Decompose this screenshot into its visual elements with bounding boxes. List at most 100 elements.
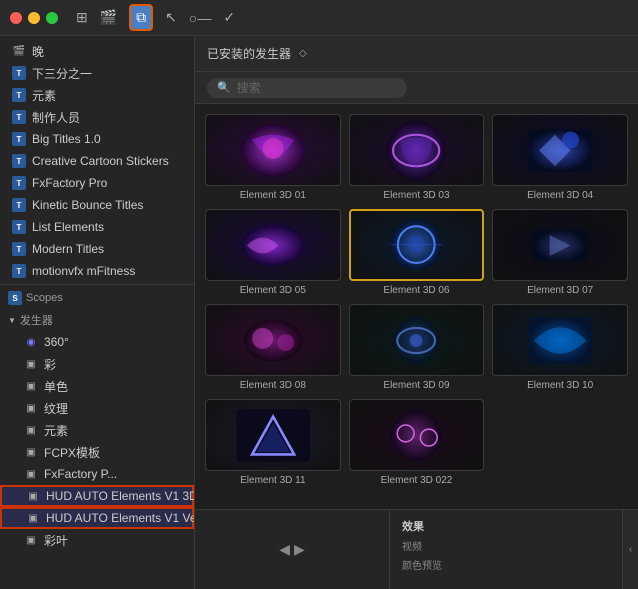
bottom-right: 效果 视频 颜色预览 xyxy=(390,510,622,589)
generator-360-icon: ◉ xyxy=(24,335,38,349)
grid-item-e3d04[interactable]: Element 3D 04 xyxy=(492,114,628,201)
text-icon: T xyxy=(12,198,26,212)
grid-thumb-e3d11 xyxy=(205,399,341,471)
sidebar-item-sunset[interactable]: 🎬 晚 xyxy=(0,40,194,62)
sidebar-item-motionfitness[interactable]: T motionvfx mFitness xyxy=(0,260,194,282)
minimize-button[interactable] xyxy=(28,12,40,24)
hud1-icon: ▣ xyxy=(26,489,40,503)
sidebar-item-label: 彩叶 xyxy=(44,532,68,549)
scope-icon: S xyxy=(8,291,22,305)
grid-item-e3d05[interactable]: Element 3D 05 xyxy=(205,209,341,296)
grid-item-e3d01[interactable]: Element 3D 01 xyxy=(205,114,341,201)
sidebar-list: 🎬 晚 T 下三分之一 T 元素 T 制作人员 T Big Titles 1.0… xyxy=(0,36,194,589)
grid-thumb-e3d10 xyxy=(492,304,628,376)
expand-icon: ▼ xyxy=(8,316,16,325)
grid-thumb-e3d01 xyxy=(205,114,341,186)
sidebar-item-label: HUD AUTO Elements V1 3D xyxy=(46,489,194,503)
sidebar-item-360[interactable]: ◉ 360° xyxy=(0,331,194,353)
grid-item-e3d11[interactable]: Element 3D 11 xyxy=(205,399,341,486)
colorleaf-icon: ▣ xyxy=(24,533,38,547)
sidebar-item-label: Kinetic Bounce Titles xyxy=(32,198,143,212)
grid-item-e3d08[interactable]: Element 3D 08 xyxy=(205,304,341,391)
grid-item-e3d09[interactable]: Element 3D 09 xyxy=(349,304,485,391)
search-input[interactable] xyxy=(237,81,387,95)
grid-item-e3d07[interactable]: Element 3D 07 xyxy=(492,209,628,296)
grid-label-e3d022: Element 3D 022 xyxy=(381,475,453,486)
divider xyxy=(0,284,194,285)
grid-label-e3d11: Element 3D 11 xyxy=(240,475,305,486)
sidebar-item-label: FxFactory P... xyxy=(44,467,117,481)
grid-item-e3d022[interactable]: Element 3D 022 xyxy=(349,399,485,486)
color-preview-label: 颜色预览 xyxy=(402,557,610,572)
text-icon: T xyxy=(12,66,26,80)
maximize-button[interactable] xyxy=(46,12,58,24)
sidebar-item-label: motionvfx mFitness xyxy=(32,264,135,278)
collapse-button[interactable]: ‹ xyxy=(622,510,638,589)
content-header: 已安装的发生器 ◇ xyxy=(195,36,638,72)
text-icon: T xyxy=(12,176,26,190)
grid-label-e3d09: Element 3D 09 xyxy=(383,380,449,391)
grid-thumb-e3d08 xyxy=(205,304,341,376)
close-button[interactable] xyxy=(10,12,22,24)
grid-item-e3d10[interactable]: Element 3D 10 xyxy=(492,304,628,391)
sidebar-item-lowerthird[interactable]: T 下三分之一 xyxy=(0,62,194,84)
prev-arrow-icon[interactable]: ◀ xyxy=(279,541,290,558)
content-area: 已安装的发生器 ◇ 🔍 Ele xyxy=(195,36,638,589)
browser-icon[interactable]: 🎬 xyxy=(100,9,117,26)
sidebar-item-kinetic[interactable]: T Kinetic Bounce Titles xyxy=(0,194,194,216)
sidebar-item-label: 元素 xyxy=(32,87,56,104)
sidebar-item-label: 纹理 xyxy=(44,400,68,417)
installed-label: 已安装的发生器 xyxy=(207,45,291,62)
sidebar-item-fxfactory[interactable]: T FxFactory Pro xyxy=(0,172,194,194)
text-icon: T xyxy=(12,110,26,124)
grid-thumb-e3d03 xyxy=(349,114,485,186)
generator-icon[interactable]: ⧉ xyxy=(129,4,153,31)
sidebar-item-solidcolor[interactable]: ▣ 单色 xyxy=(0,375,194,397)
next-arrow-icon[interactable]: ▶ xyxy=(294,541,305,558)
title-bar-icons: ⊞ 🎬 ⧉ ↖ ○— ✓ xyxy=(76,4,235,31)
sidebar-item-fxfactory2[interactable]: ▣ FxFactory P... xyxy=(0,463,194,485)
main-layout: 🎬 晚 T 下三分之一 T 元素 T 制作人员 T Big Titles 1.0… xyxy=(0,36,638,589)
sidebar-item-hud1[interactable]: ▣ HUD AUTO Elements V1 3D xyxy=(0,485,194,507)
sidebar-item-color2[interactable]: ▣ 彩 xyxy=(0,353,194,375)
grid-label-e3d05: Element 3D 05 xyxy=(240,285,306,296)
sidebar-item-hud2[interactable]: ▣ HUD AUTO Elements V1 Vector xyxy=(0,507,194,529)
sidebar-item-label: 制作人员 xyxy=(32,109,80,126)
fxfactory2-icon: ▣ xyxy=(24,467,38,481)
sidebar-item-colorleaf[interactable]: ▣ 彩叶 xyxy=(0,529,194,551)
sidebar-item-bigtitles[interactable]: T Big Titles 1.0 xyxy=(0,128,194,150)
sidebar-item-label: 单色 xyxy=(44,378,68,395)
texture-icon: ▣ xyxy=(24,401,38,415)
grid-item-e3d03[interactable]: Element 3D 03 xyxy=(349,114,485,201)
title-bar: ⊞ 🎬 ⧉ ↖ ○— ✓ xyxy=(0,0,638,36)
sidebar-item-credits[interactable]: T 制作人员 xyxy=(0,106,194,128)
text-icon: T xyxy=(12,154,26,168)
sidebar-item-cartoon[interactable]: T Creative Cartoon Stickers xyxy=(0,150,194,172)
sidebar-item-label: 360° xyxy=(44,335,69,349)
sidebar-item-fcpx[interactable]: ▣ FCPX模板 xyxy=(0,441,194,463)
check-icon[interactable]: ✓ xyxy=(223,9,235,26)
cursor-icon: ↖ xyxy=(165,9,177,26)
video-label: 视频 xyxy=(402,538,610,553)
sidebar-item-elements[interactable]: T 元素 xyxy=(0,84,194,106)
sidebar-item-list[interactable]: T List Elements xyxy=(0,216,194,238)
grid-item-e3d06[interactable]: Element 3D 06 xyxy=(349,209,485,296)
grid-thumb-e3d05 xyxy=(205,209,341,281)
sidebar-item-label: FxFactory Pro xyxy=(32,176,107,190)
sidebar-item-label: 元素 xyxy=(44,422,68,439)
sidebar-section-scopes[interactable]: S Scopes xyxy=(0,287,194,309)
sidebar-section-generator[interactable]: ▼ 发生器 xyxy=(0,309,194,331)
grid-thumb-e3d04 xyxy=(492,114,628,186)
sidebar-item-elements2[interactable]: ▣ 元素 xyxy=(0,419,194,441)
grid-thumb-e3d06 xyxy=(349,209,485,281)
sidebar-item-modern[interactable]: T Modern Titles xyxy=(0,238,194,260)
sidebar-item-texture[interactable]: ▣ 纹理 xyxy=(0,397,194,419)
dropdown-arrow-icon[interactable]: ◇ xyxy=(299,48,307,59)
section-label: Scopes xyxy=(26,292,63,304)
keyframe-icon[interactable]: ○— xyxy=(189,10,211,26)
library-icon[interactable]: ⊞ xyxy=(76,9,88,26)
bottom-area: ◀ ▶ 效果 视频 颜色预览 ‹ xyxy=(195,509,638,589)
sidebar-item-label: 下三分之一 xyxy=(32,65,92,82)
sidebar-item-label: Modern Titles xyxy=(32,242,104,256)
search-bar: 🔍 xyxy=(195,72,638,104)
